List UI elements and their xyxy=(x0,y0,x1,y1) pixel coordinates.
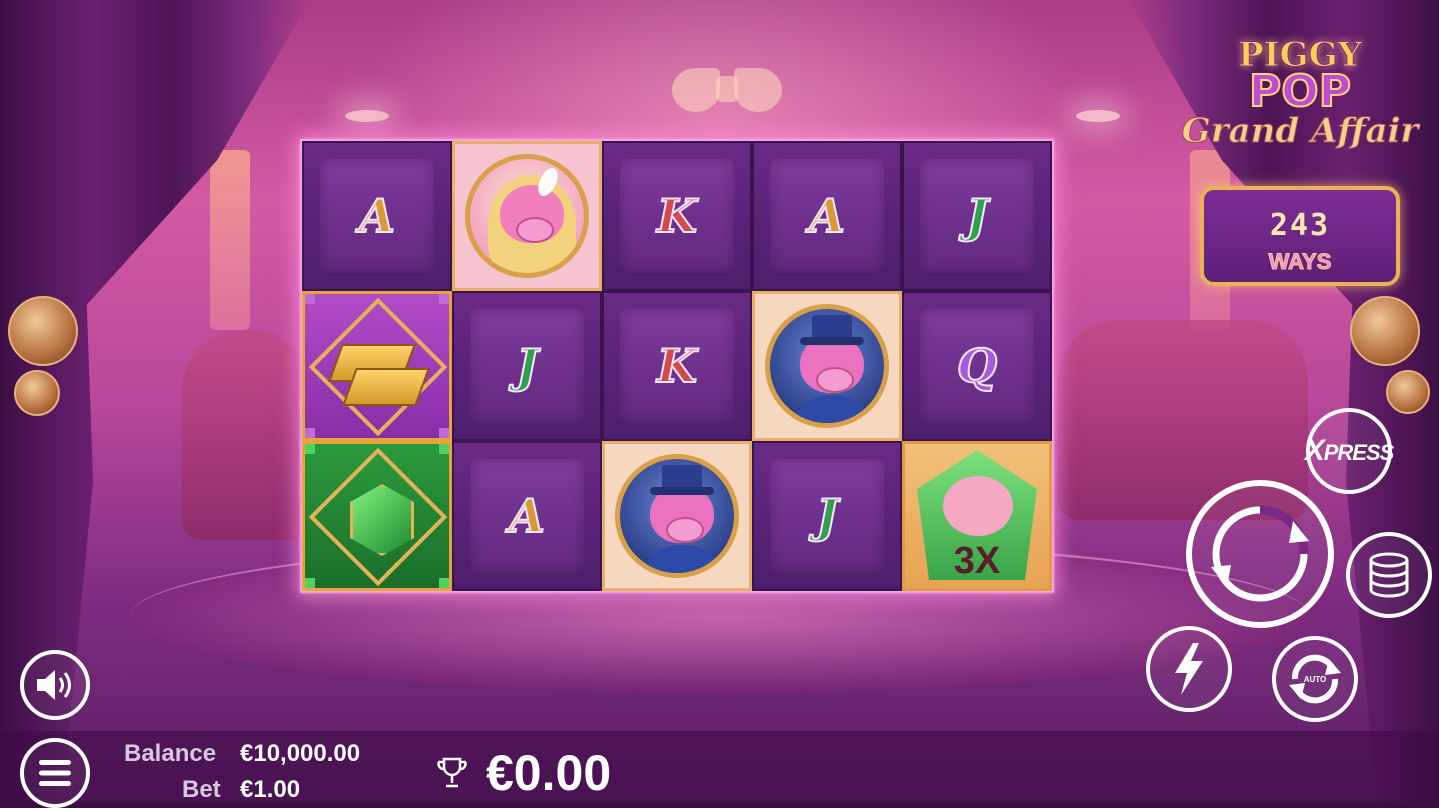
reel-symbol-a: A xyxy=(452,441,602,591)
reel-symbol-a: A xyxy=(302,141,452,291)
reel-symbol-wild: 3X xyxy=(902,441,1052,591)
lightning-icon xyxy=(1175,643,1203,695)
game-logo: PIGGY POP Grand Affair xyxy=(1170,38,1430,151)
symbol-letter: A xyxy=(808,188,846,244)
balance-value: €10,000.00 xyxy=(240,740,361,767)
bet-button[interactable] xyxy=(1346,532,1432,618)
symbol-letter: J xyxy=(965,188,989,244)
logo-line-2: POP xyxy=(1248,66,1352,117)
reel-symbol-gold-bars xyxy=(302,291,452,441)
spin-button[interactable] xyxy=(1186,480,1334,628)
balance-label: Balance xyxy=(124,740,217,767)
curtain-tassel-icon xyxy=(1386,370,1430,414)
reel-symbol-a: A xyxy=(752,141,902,291)
symbol-letter: J xyxy=(815,488,839,544)
ways-count: 243 xyxy=(1269,208,1331,243)
wild-pig-icon xyxy=(943,476,1013,536)
turbo-button[interactable] xyxy=(1146,626,1232,712)
symbol-letter: A xyxy=(358,188,396,244)
reel-symbol-k: K xyxy=(602,141,752,291)
curtain-tassel-icon xyxy=(14,370,60,416)
background-bow xyxy=(672,62,782,132)
svg-text:AUTO: AUTO xyxy=(1304,675,1327,684)
xpress-label: XPRESS xyxy=(1304,434,1395,468)
ways-badge: 243 WAYS xyxy=(1200,186,1400,286)
reel-symbol-emerald xyxy=(302,441,452,591)
coin-stack-icon xyxy=(1369,552,1409,598)
autoplay-icon: AUTO xyxy=(1289,654,1341,704)
reel-symbol-q: Q xyxy=(902,291,1052,441)
curtain-tassel-icon xyxy=(8,296,78,366)
reel-symbol-j: J xyxy=(752,441,902,591)
symbol-letter: K xyxy=(656,188,698,244)
chandelier-lamp xyxy=(345,110,389,122)
reel-symbol-k: K xyxy=(602,291,752,441)
win-amount: €0.00 xyxy=(486,745,612,801)
reel-symbol-j: J xyxy=(452,291,602,441)
autoplay-button[interactable]: AUTO xyxy=(1272,636,1358,722)
symbol-letter: Q xyxy=(956,338,998,394)
speaker-icon xyxy=(37,670,71,700)
chandelier-lamp xyxy=(1076,110,1120,122)
reel-symbol-j: J xyxy=(902,141,1052,291)
lady-pig-icon xyxy=(465,154,589,278)
gentleman-pig-icon xyxy=(615,454,739,578)
ways-label: WAYS xyxy=(1268,249,1332,275)
reel-symbol-lady-pig xyxy=(452,141,602,291)
bet-value: €1.00 xyxy=(240,776,301,803)
spin-arrow-icon xyxy=(1211,505,1309,602)
reel-symbol-gent-pig xyxy=(602,441,752,591)
sound-button[interactable] xyxy=(20,650,90,720)
bet-label: Bet xyxy=(182,776,221,803)
menu-button[interactable] xyxy=(20,738,90,808)
trophy-icon xyxy=(437,757,467,788)
logo-line-3: Grand Affair xyxy=(1181,111,1419,151)
xpress-rest-letters: PRESS xyxy=(1323,440,1395,465)
background-window xyxy=(210,150,250,330)
curtain-tassel-icon xyxy=(1350,296,1420,366)
xpress-x-letter: X xyxy=(1304,434,1325,467)
symbol-letter: A xyxy=(508,488,546,544)
armchair xyxy=(182,330,312,540)
reel-symbol-gent-pig xyxy=(752,291,902,441)
symbol-letter: J xyxy=(515,338,539,394)
xpress-button[interactable]: XPRESS xyxy=(1304,408,1395,494)
gentleman-pig-icon xyxy=(765,304,889,428)
hamburger-menu-icon xyxy=(39,760,71,786)
symbol-letter: K xyxy=(656,338,698,394)
wild-multiplier: 3X xyxy=(953,540,1001,582)
reel-grid: A K A J J K Q A J 3X xyxy=(302,141,1052,591)
